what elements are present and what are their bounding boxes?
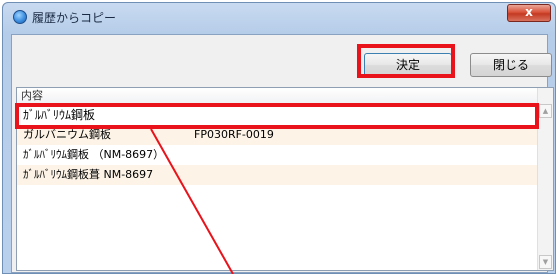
list-item-content: ｶﾞﾙﾊﾞﾘｳﾑ鋼板葺 NM-8697 xyxy=(23,168,154,181)
list-item[interactable]: ｶﾞﾙﾊﾞﾘｳﾑ鋼板 xyxy=(17,105,537,125)
window-title: 履歴からコピー xyxy=(32,11,117,25)
list-item[interactable]: ガルバニウム鋼板 FP030RF-0019 xyxy=(17,125,537,145)
list-item-content: ｶﾞﾙﾊﾞﾘｳﾑ鋼板 xyxy=(23,108,96,122)
ok-button[interactable]: 決定 xyxy=(364,53,452,77)
window-close-button[interactable]: x xyxy=(507,4,551,22)
scroll-up-icon[interactable]: ▲ xyxy=(539,104,552,118)
vertical-scrollbar[interactable]: ▲ ▼ xyxy=(537,88,553,270)
list-item-code: FP030RF-0019 xyxy=(194,128,274,141)
list-item-content: ガルバニウム鋼板 xyxy=(23,128,111,141)
title-bar[interactable]: 履歴からコピー x xyxy=(3,3,555,31)
app-icon xyxy=(13,10,27,24)
column-header-content[interactable]: 内容 xyxy=(17,88,537,104)
history-copy-dialog: 履歴からコピー x 決定 閉じる 内容 ｶﾞﾙﾊﾞﾘｳﾑ鋼板 ガルバニウム鋼板 … xyxy=(2,2,556,274)
list-item-content: ｶﾞﾙﾊﾞﾘｳﾑ鋼板 （NM-8697） xyxy=(23,148,165,161)
list-item[interactable]: ｶﾞﾙﾊﾞﾘｳﾑ鋼板葺 NM-8697 xyxy=(17,165,537,185)
dialog-client-area: 決定 閉じる 内容 ｶﾞﾙﾊﾞﾘｳﾑ鋼板 ガルバニウム鋼板 FP030RF-00… xyxy=(11,34,554,273)
close-button[interactable]: 閉じる xyxy=(470,53,552,77)
list-item[interactable]: ｶﾞﾙﾊﾞﾘｳﾑ鋼板 （NM-8697） xyxy=(17,145,537,165)
history-list[interactable]: 内容 ｶﾞﾙﾊﾞﾘｳﾑ鋼板 ガルバニウム鋼板 FP030RF-0019 ｶﾞﾙﾊ… xyxy=(16,87,554,271)
scroll-down-icon[interactable]: ▼ xyxy=(539,255,552,269)
